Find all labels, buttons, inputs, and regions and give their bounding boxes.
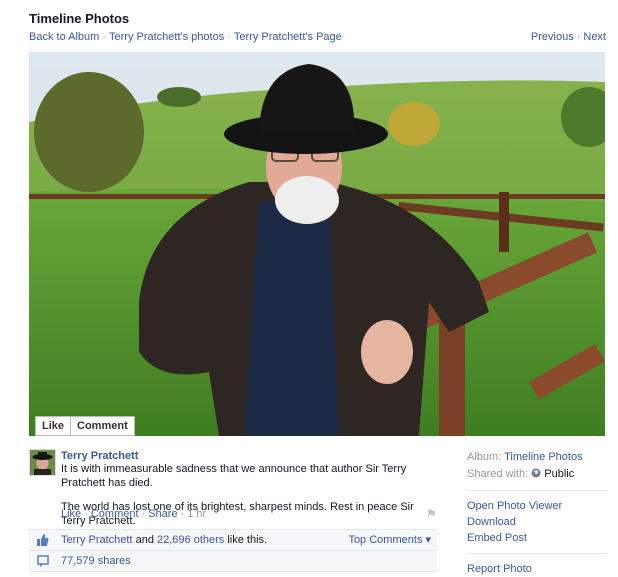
share-icon xyxy=(37,555,49,567)
photo-like-button[interactable]: Like xyxy=(35,416,72,436)
photo-sidebar: Album: Timeline Photos Shared with: Publ… xyxy=(467,449,607,577)
post-message: It is with immeasurable sadness that we … xyxy=(61,462,441,538)
photo-actions: Like Comment xyxy=(35,416,135,436)
post-actions: Like · Comment · Share · 1 hr xyxy=(61,508,206,520)
separator: · xyxy=(180,508,185,520)
likers-suffix: like this. xyxy=(224,534,268,546)
like-link[interactable]: Like xyxy=(61,508,81,520)
next-link[interactable]: Next xyxy=(583,31,606,43)
album-info: Album: Timeline Photos xyxy=(467,449,607,466)
likers-others-link[interactable]: 22,696 others xyxy=(157,534,224,546)
likers-and: and xyxy=(132,534,157,546)
privacy-info: Shared with: Public xyxy=(467,466,607,483)
portrait-photo-image xyxy=(29,52,605,436)
report-photo-link[interactable]: Report Photo xyxy=(467,561,607,577)
comment-link[interactable]: Comment xyxy=(91,508,139,520)
download-link[interactable]: Download xyxy=(467,514,607,530)
top-comments-dropdown[interactable]: Top Comments ▾ xyxy=(348,530,431,550)
avatar[interactable] xyxy=(29,449,56,476)
photo-comment-button[interactable]: Comment xyxy=(70,416,135,436)
main-photo[interactable] xyxy=(29,52,605,436)
post-paragraph: It is with immeasurable sadness that we … xyxy=(61,463,407,489)
flag-icon[interactable]: ⚑ xyxy=(426,507,437,521)
shares-count-link[interactable]: 77,579 shares xyxy=(61,555,131,567)
separator: · xyxy=(576,31,581,43)
globe-icon xyxy=(531,468,544,480)
divider xyxy=(467,553,607,554)
page-title: Timeline Photos xyxy=(29,11,130,26)
privacy-value[interactable]: Public xyxy=(544,468,574,480)
share-link[interactable]: Share xyxy=(148,508,177,520)
author-avatar-image xyxy=(30,450,55,475)
breadcrumb: Back to Album · Terry Pratchett's photos · T… xyxy=(29,31,342,43)
thumbs-up-icon xyxy=(37,534,49,546)
divider xyxy=(467,490,607,491)
open-photo-viewer-link[interactable]: Open Photo Viewer xyxy=(467,498,607,514)
post-timestamp[interactable]: 1 hr xyxy=(187,508,206,520)
shares-row: 77,579 shares xyxy=(29,551,437,572)
embed-post-link[interactable]: Embed Post xyxy=(467,530,607,546)
album-link[interactable]: Timeline Photos xyxy=(504,451,582,463)
liker-name-link[interactable]: Terry Pratchett xyxy=(61,534,133,546)
feedback-bar: Terry Pratchett and 22,696 others like t… xyxy=(29,529,437,572)
album-label: Album: xyxy=(467,451,502,463)
back-to-album-link[interactable]: Back to Album xyxy=(29,31,99,43)
previous-link[interactable]: Previous xyxy=(531,31,574,43)
photo-pager: Previous · Next xyxy=(531,31,606,43)
shared-with-label: Shared with: xyxy=(467,468,529,480)
page-photos-link[interactable]: Terry Pratchett's photos xyxy=(109,31,224,43)
separator: · xyxy=(227,31,231,43)
post-author-link[interactable]: Terry Pratchett xyxy=(61,450,138,462)
likes-row: Terry Pratchett and 22,696 others like t… xyxy=(29,530,437,551)
separator: · xyxy=(141,508,146,520)
separator: · xyxy=(102,31,106,43)
separator: · xyxy=(84,508,88,520)
page-link[interactable]: Terry Pratchett's Page xyxy=(234,31,342,43)
